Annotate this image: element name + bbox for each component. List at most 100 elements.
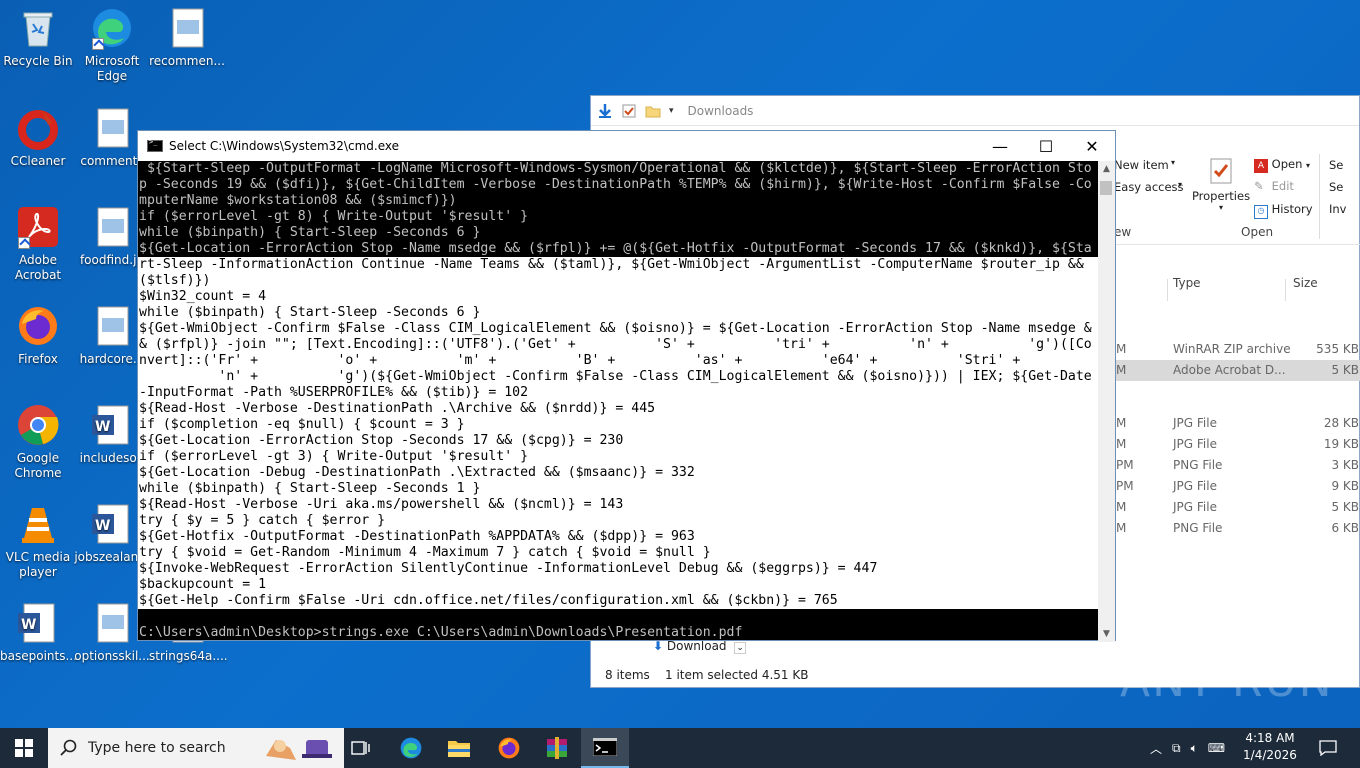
search-icon <box>60 739 77 756</box>
desktop-icon-firefox[interactable]: Firefox <box>0 304 76 367</box>
keyboard-icon[interactable]: ⌨ <box>1208 741 1225 755</box>
minimize-button[interactable]: — <box>977 131 1023 161</box>
word-document-icon: W <box>16 601 60 645</box>
console-line: try { $y = 5 } catch { $error } <box>138 513 1099 529</box>
file-row[interactable]: PM PNG File 3 KB <box>1116 455 1360 476</box>
file-row[interactable]: M WinRAR ZIP archive 535 KB <box>1116 339 1360 360</box>
taskbar-file-explorer[interactable] <box>435 728 483 768</box>
chevron-down-icon: ▾ <box>1306 161 1311 170</box>
file-size: 6 KB <box>1331 521 1359 535</box>
file-size: 5 KB <box>1331 500 1359 514</box>
console-line: nvert]::('Fr' + 'o' + 'm' + 'B' + 'as' +… <box>138 353 1099 369</box>
column-separator[interactable] <box>1285 279 1286 301</box>
chevron-down-icon: ▾ <box>1218 203 1223 212</box>
file-type: JPG File <box>1173 500 1217 514</box>
taskbar-winrar[interactable] <box>533 728 581 768</box>
properties-check-icon[interactable] <box>621 103 637 119</box>
desktop-icon-adobe-acrobat[interactable]: Adobe Acrobat <box>0 205 76 283</box>
console-line: if ($completion -eq $null) { $count = 3 … <box>138 417 1099 433</box>
desktop-icon-basepoints[interactable]: W basepoints... <box>0 601 77 664</box>
vertical-scrollbar[interactable]: ▲ ▼ <box>1098 161 1115 642</box>
maximize-button[interactable]: ☐ <box>1023 131 1069 161</box>
file-type: PNG File <box>1173 521 1223 535</box>
console-output[interactable]: ${Start-Sleep -OutputFormat -LogName Mic… <box>138 161 1099 642</box>
console-line: -InputFormat -Path %USERPROFILE% && ($ti… <box>138 385 1099 401</box>
cmd-title: Select C:\Windows\System32\cmd.exe <box>169 139 399 153</box>
file-row[interactable]: PM JPG File 9 KB <box>1116 476 1360 497</box>
properties-icon <box>1210 158 1232 184</box>
edit-button[interactable]: ✎ Edit <box>1254 179 1294 193</box>
console-line: ${Get-Location -ErrorAction Stop -Second… <box>138 433 1099 449</box>
properties-button[interactable]: Properties ▾ <box>1191 156 1251 212</box>
file-date: M <box>1116 416 1127 430</box>
column-header-type[interactable]: Type <box>1173 276 1201 290</box>
easy-access-button[interactable]: Easy access <box>1114 180 1184 194</box>
network-icon[interactable]: ⧉ <box>1172 741 1181 756</box>
task-view-button[interactable] <box>337 728 385 768</box>
download-arrow-icon[interactable] <box>597 103 613 119</box>
cmd-titlebar[interactable]: Select C:\Windows\System32\cmd.exe — ☐ ✕ <box>138 131 1115 161</box>
search-highlight-icon <box>266 740 332 760</box>
open-button[interactable]: A Open ▾ <box>1254 157 1310 173</box>
file-size: 9 KB <box>1331 479 1359 493</box>
console-line: if ($errorLevel -gt 3) { Write-Output '$… <box>138 449 1099 465</box>
taskbar-search-box[interactable]: Type here to search <box>48 728 344 768</box>
chevron-up-icon[interactable]: ︿ <box>1150 740 1162 757</box>
taskbar-firefox[interactable] <box>485 728 533 768</box>
close-button[interactable]: ✕ <box>1069 131 1115 161</box>
address-path[interactable]: Downloads <box>688 104 754 118</box>
file-row[interactable]: M JPG File 5 KB <box>1116 497 1360 518</box>
taskbar-clock[interactable]: 4:18 AM 1/4/2026 <box>1240 730 1300 764</box>
file-date: PM <box>1116 479 1134 493</box>
taskbar-cmd[interactable] <box>581 728 629 768</box>
taskbar-edge[interactable] <box>387 728 435 768</box>
notification-center-button[interactable] <box>1306 728 1350 768</box>
console-line: ${Get-WmiObject -Confirm $False -Class C… <box>138 321 1099 337</box>
scroll-up-arrow-icon[interactable]: ▲ <box>1098 161 1115 177</box>
console-line: $backupcount = 1 <box>138 577 1099 593</box>
scroll-down-arrow-icon[interactable]: ▼ <box>1098 626 1115 642</box>
desktop-icon-vlc[interactable]: VLC media player <box>0 502 76 580</box>
console-line: rt-Sleep -InformationAction Continue -Na… <box>138 257 1099 273</box>
file-date: M <box>1116 342 1127 356</box>
column-header-size[interactable]: Size <box>1293 276 1318 290</box>
desktop-icon-recommen[interactable]: recommen... <box>149 6 225 69</box>
scrollbar-thumb[interactable] <box>1100 181 1112 195</box>
acrobat-icon <box>16 205 60 249</box>
file-date: M <box>1116 437 1127 451</box>
recycle-bin-icon <box>16 6 60 50</box>
invert-selection-button[interactable]: Inv <box>1329 202 1347 216</box>
file-date: M <box>1116 363 1127 377</box>
select-none-button[interactable]: Se <box>1329 180 1343 194</box>
new-item-button[interactable]: New item <box>1114 158 1169 172</box>
file-row[interactable]: M JPG File 19 KB <box>1116 434 1360 455</box>
anyrun-watermark: ANY RUN <box>1120 656 1334 707</box>
file-type: JPG File <box>1173 416 1217 430</box>
dropdown-icon[interactable]: ▾ <box>669 106 674 116</box>
volume-icon[interactable]: 🔈︎ <box>1191 741 1198 756</box>
ribbon-group-open-label: Open <box>1241 225 1274 239</box>
clock-date: 1/4/2026 <box>1243 748 1297 762</box>
chevron-down-icon: ▾ <box>1178 180 1183 189</box>
column-separator[interactable] <box>1167 279 1168 301</box>
image-file-icon <box>90 205 134 249</box>
cmd-window[interactable]: Select C:\Windows\System32\cmd.exe — ☐ ✕… <box>137 130 1116 642</box>
desktop-icon-ccleaner[interactable]: CCleaner <box>0 106 76 169</box>
file-row[interactable]: M Adobe Acrobat D... 5 KB <box>1116 360 1360 381</box>
history-button[interactable]: ◷ History <box>1254 202 1313 219</box>
desktop-icon-recycle-bin[interactable]: Recycle Bin <box>0 6 76 69</box>
status-selection: 1 item selected 4.51 KB <box>665 668 809 682</box>
console-line: if ($errorLevel -gt 8) { Write-Output '$… <box>139 209 529 224</box>
file-size: 28 KB <box>1323 416 1359 430</box>
ribbon-bottom-border <box>1116 244 1360 245</box>
console-line: while ($binpath) { Start-Sleep -Seconds … <box>138 481 1099 497</box>
start-button[interactable] <box>0 728 48 768</box>
chevron-down-icon: ⌄ <box>734 642 746 654</box>
folder-icon[interactable] <box>645 103 661 119</box>
desktop-icon-microsoft-edge[interactable]: Microsoft Edge <box>74 6 150 84</box>
desktop-icon-google-chrome[interactable]: Google Chrome <box>0 403 76 481</box>
select-all-button[interactable]: Se <box>1329 158 1343 172</box>
file-row[interactable]: M JPG File 28 KB <box>1116 413 1360 434</box>
file-row[interactable]: M PNG File 6 KB <box>1116 518 1360 539</box>
